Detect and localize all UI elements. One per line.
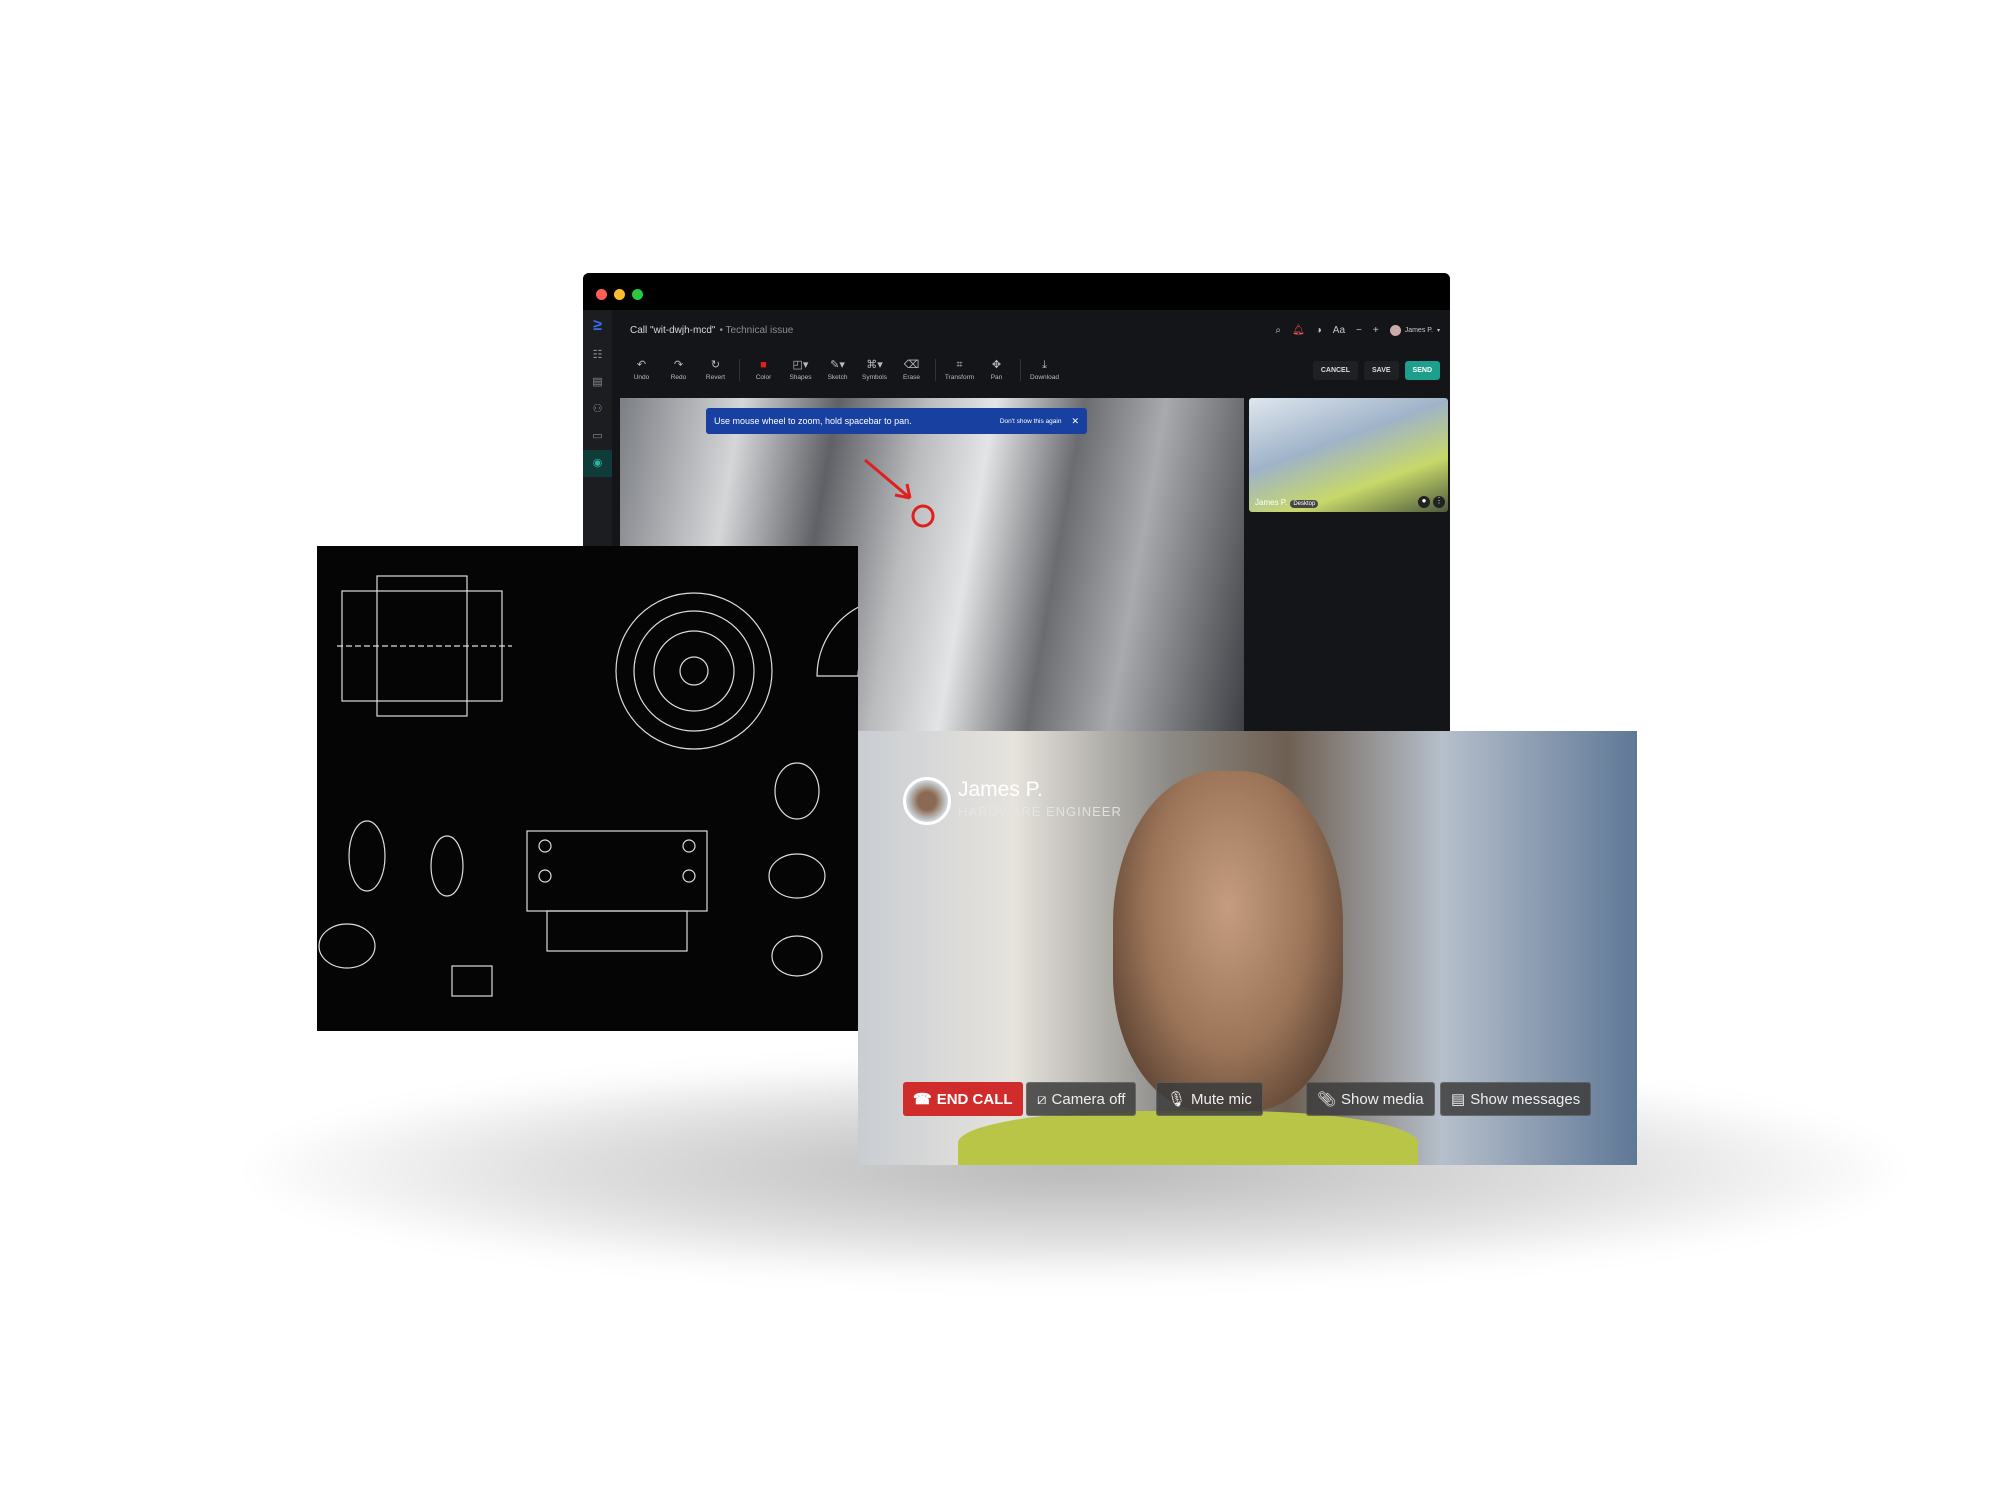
participant-video-vest [958, 1111, 1418, 1165]
logo-icon[interactable]: ≥ [583, 310, 612, 342]
tool-label: Shapes [789, 374, 812, 381]
tool-label: Redo [670, 374, 687, 381]
more-options-icon[interactable]: ⋮ [1433, 496, 1445, 508]
tool-label: Color [755, 374, 772, 381]
download-icon: ⤓ [1042, 359, 1047, 371]
tool-pan[interactable]: ✥ Pan [978, 359, 1015, 381]
cancel-button[interactable]: CANCEL [1312, 360, 1358, 380]
thumbnail-name: James P. [1255, 498, 1288, 507]
call-title: Call "wit-dwjh-mcd" [630, 324, 716, 336]
search-icon[interactable]: ⌕ [1275, 325, 1281, 336]
toolbar-actions: CANCEL SAVE SEND [1312, 360, 1440, 380]
title-bar [583, 273, 1450, 310]
zoom-out-button[interactable]: − [1356, 325, 1362, 336]
tool-label: Download [1030, 374, 1059, 381]
show-messages-button[interactable]: ▤ Show messages [1440, 1082, 1592, 1116]
revert-icon: ↻ [710, 359, 721, 371]
tool-label: Pan [990, 374, 1003, 381]
mic-icon[interactable]: ● [1418, 496, 1430, 508]
tool-shapes[interactable]: ◰▾ Shapes [782, 359, 819, 381]
tool-redo[interactable]: ↷ Redo [660, 359, 697, 381]
caller-name: James P. [958, 778, 1043, 801]
undo-icon: ↶ [636, 359, 647, 371]
camera-off-label: Camera off [1051, 1090, 1126, 1108]
tool-label: Transform [944, 374, 975, 381]
tool-revert[interactable]: ↻ Revert [697, 359, 734, 381]
paperclip-icon: 📎︎ [1317, 1091, 1337, 1108]
mute-mic-button[interactable]: 🎙︎ Mute mic [1156, 1082, 1263, 1116]
tool-transform[interactable]: ⌗ Transform [941, 359, 978, 381]
save-button[interactable]: SAVE [1364, 360, 1399, 380]
tool-label: Erase [903, 374, 920, 381]
app-header: Call "wit-dwjh-mcd" • Technical issue ⌕ … [630, 320, 1440, 340]
close-window-button[interactable] [596, 289, 607, 300]
tool-symbols[interactable]: ⌘▾ Symbols [856, 359, 893, 381]
toolbar-divider [935, 359, 936, 381]
video-call-panel: James P. HARDWARE ENGINEER ☎ END CALL ⧄ Ca… [858, 731, 1637, 1165]
message-icon: ▤ [1451, 1091, 1466, 1108]
participant-thumbnail[interactable]: James P. Desktop ● ⋮ [1249, 398, 1448, 512]
chevron-down-icon: ▾ [1436, 327, 1440, 334]
mute-mic-label: Mute mic [1191, 1090, 1252, 1108]
tool-label: Sketch [827, 374, 848, 381]
user-name: James P. [1404, 326, 1433, 334]
sidebar-item-calls[interactable]: ☷ [583, 342, 612, 369]
participant-video [1113, 771, 1343, 1111]
mic-off-icon: 🎙︎ [1167, 1091, 1187, 1108]
redo-icon: ↷ [673, 359, 684, 371]
tool-color[interactable]: ■ Color [745, 359, 782, 381]
sidebar-item-devices[interactable]: ▤ [583, 369, 612, 396]
sidebar-item-active-call[interactable]: ◉ [583, 450, 612, 477]
tool-label: Revert [705, 374, 726, 381]
toolbar-divider [1020, 359, 1021, 381]
caller-role: HARDWARE ENGINEER [958, 804, 1122, 819]
end-call-label: END CALL [936, 1090, 1013, 1108]
tool-sketch[interactable]: ✎▾ Sketch [819, 359, 856, 381]
technical-drawing-image [317, 546, 974, 1031]
hint-message: Use mouse wheel to zoom, hold spacebar t… [714, 416, 912, 426]
avatar [1389, 324, 1401, 336]
notification-bell-icon[interactable]: 🔔︎ [1292, 325, 1305, 336]
tool-label: Symbols [862, 374, 887, 381]
annotation-toolbar: ↶ Undo ↷ Redo ↻ Revert ■ Color ◰▾ Shapes ✎▾ Sketch ⌘… [623, 353, 1440, 387]
theme-toggle-icon[interactable]: ◑ [1316, 325, 1322, 336]
toolbar-divider [739, 359, 740, 381]
show-messages-label: Show messages [1470, 1090, 1581, 1108]
show-media-label: Show media [1341, 1090, 1424, 1108]
hang-up-icon: ☎ [913, 1091, 932, 1108]
end-call-button[interactable]: ☎ END CALL [903, 1082, 1023, 1116]
hint-banner: Use mouse wheel to zoom, hold spacebar t… [706, 408, 1087, 434]
sketch-icon: ✎▾ [830, 359, 845, 371]
avatar [903, 777, 951, 825]
sidebar-item-messages[interactable]: ▭ [583, 423, 612, 450]
color-swatch-icon: ■ [760, 359, 767, 371]
dont-show-again-link[interactable]: Don't show this again [1000, 418, 1062, 425]
show-media-button[interactable]: 📎︎ Show media [1306, 1082, 1435, 1116]
tool-undo[interactable]: ↶ Undo [623, 359, 660, 381]
eraser-icon: ⌫ [903, 359, 920, 371]
close-icon[interactable]: ✕ [1071, 416, 1079, 427]
camera-off-button[interactable]: ⧄ Camera off [1026, 1082, 1137, 1116]
shapes-icon: ◰▾ [792, 359, 809, 371]
zoom-in-button[interactable]: + [1373, 325, 1379, 336]
pan-icon: ✥ [991, 359, 1002, 371]
transform-icon: ⌗ [956, 359, 963, 371]
device-tag: Desktop [1290, 500, 1319, 508]
call-subtitle: • Technical issue [719, 324, 794, 336]
sidebar-item-contacts[interactable]: ⚇ [583, 396, 612, 423]
symbols-icon: ⌘▾ [866, 359, 883, 371]
send-button[interactable]: SEND [1404, 360, 1440, 380]
minimize-window-button[interactable] [614, 289, 625, 300]
font-size-label[interactable]: Aa [1333, 325, 1345, 336]
tool-download[interactable]: ⤓ Download [1026, 359, 1063, 381]
camera-off-icon: ⧄ [1037, 1090, 1047, 1108]
maximize-window-button[interactable] [632, 289, 643, 300]
user-menu[interactable]: James P. ▾ [1389, 324, 1440, 336]
tool-label: Undo [633, 374, 650, 381]
tool-erase[interactable]: ⌫ Erase [893, 359, 930, 381]
